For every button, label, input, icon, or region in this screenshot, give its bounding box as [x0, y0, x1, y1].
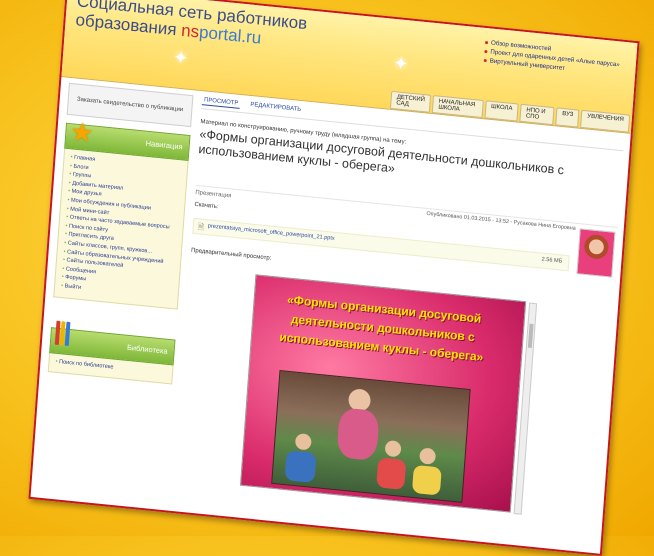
navigation-menu: Главная Блоги Группы Добавить материал М…	[53, 148, 189, 310]
tab-npo-spo[interactable]: НПО И СПО	[519, 103, 555, 126]
download-label: Скачать:	[194, 201, 219, 211]
star-icon: ★	[69, 116, 95, 149]
slide-title: «Формы организации досуговой деятельност…	[279, 292, 484, 365]
tab-kindergarten[interactable]: ДЕТСКИЙ САД	[389, 90, 432, 113]
tab-university[interactable]: ВУЗ	[555, 107, 580, 128]
sidebar: Заказать свидетельство о публикации ★ На…	[47, 82, 194, 385]
sparkle-icon: ✦	[392, 52, 410, 75]
file-download-link[interactable]: prezentatsiya_microsoft_office_powerpoin…	[208, 223, 335, 242]
author-avatar[interactable]	[576, 228, 616, 278]
tab-view[interactable]: ПРОСМОТР	[201, 96, 241, 109]
slide-preview[interactable]: «Формы организации досуговой деятельност…	[239, 274, 538, 515]
tab-edit[interactable]: РЕДАКТИРОВАТЬ	[248, 101, 303, 115]
material-type: Презентация	[195, 189, 232, 200]
top-links: Обзор возможностей Проект для одаренных …	[483, 38, 620, 78]
tab-primary-school[interactable]: НАЧАЛЬНАЯ ШКОЛА	[431, 95, 484, 119]
sparkle-icon: ✦	[172, 47, 189, 69]
file-row: 🗎 prezentatsiya_microsoft_office_powerpo…	[192, 217, 570, 272]
site-logo[interactable]: Социальная сеть работников образования n…	[75, 0, 308, 52]
slide-photo	[271, 370, 471, 503]
main-content: ПРОСМОТР РЕДАКТИРОВАТЬ Материал по конст…	[174, 96, 625, 521]
material-meta: Презентация Опубликовано 01.03.2015 - 13…	[192, 184, 618, 278]
navigation-title: Навигация	[145, 138, 183, 152]
tab-school[interactable]: ШКОЛА	[484, 100, 519, 122]
tab-hobbies[interactable]: УВЛЕЧЕНИЯ	[580, 109, 631, 133]
published-info: Опубликовано 01.03.2015 - 13:52 - Русако…	[426, 210, 576, 232]
preview-scrollbar[interactable]	[513, 302, 538, 515]
browser-screenshot: ✦ ✦ Социальная сеть работников образован…	[28, 0, 640, 556]
brand-ns: ns	[180, 20, 200, 42]
library-title: Библиотека	[126, 342, 168, 356]
file-size: 2.56 МБ	[541, 256, 563, 265]
file-icon: 🗎	[197, 222, 205, 232]
books-icon	[54, 320, 71, 346]
